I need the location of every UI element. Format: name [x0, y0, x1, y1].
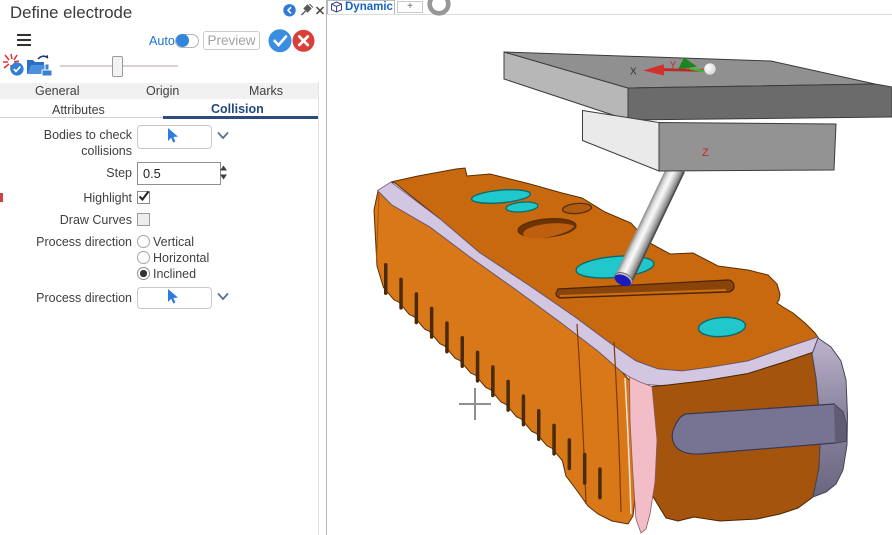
svg-text:X: X [630, 67, 637, 78]
svg-text:Y: Y [670, 60, 676, 70]
svg-text:Z: Z [702, 147, 709, 159]
